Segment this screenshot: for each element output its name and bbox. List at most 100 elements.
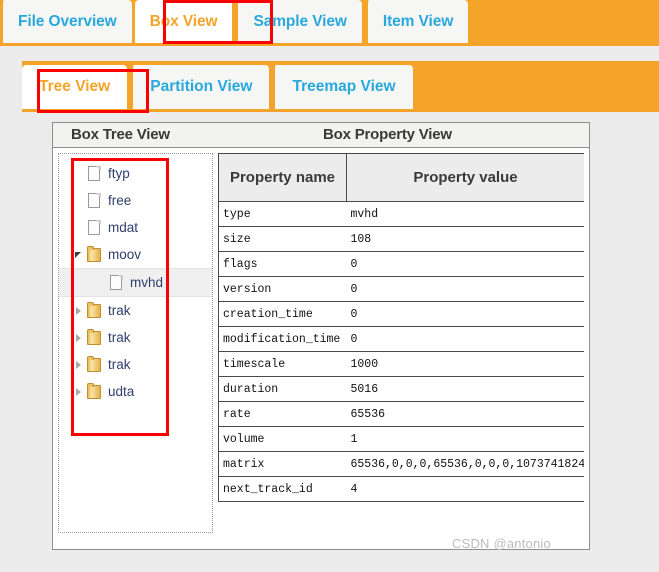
tree-node-free[interactable]: free <box>59 187 212 214</box>
tree-node-mvhd[interactable]: mvhd <box>59 268 212 297</box>
tree-expand-toggle[interactable] <box>71 251 85 258</box>
box-view-panel: Box Tree View Box Property View ftyp fre… <box>52 122 590 550</box>
tab-treemap-view[interactable]: Treemap View <box>272 65 413 109</box>
property-name: rate <box>218 401 347 427</box>
file-icon <box>85 192 104 210</box>
secondary-tab-bar: Tree View Partition View Treemap View <box>22 61 659 112</box>
table-row[interactable]: type mvhd <box>218 201 584 227</box>
property-value: 108 <box>346 226 584 252</box>
property-value: 0 <box>346 301 584 327</box>
table-row[interactable]: modification_time 0 <box>218 326 584 352</box>
property-name: modification_time <box>218 326 347 352</box>
tree-node-label: trak <box>108 303 131 318</box>
folder-icon <box>85 328 104 347</box>
table-row[interactable]: volume 1 <box>218 426 584 452</box>
tab-partition-view-label: Partition View <box>150 78 253 95</box>
chevron-right-icon <box>75 360 81 369</box>
tab-item-view[interactable]: Item View <box>364 0 469 43</box>
property-name: volume <box>218 426 347 452</box>
table-row[interactable]: version 0 <box>218 276 584 302</box>
property-name: size <box>218 226 347 252</box>
tree-node-label: free <box>108 193 132 208</box>
column-header-property-name: Property name <box>218 153 347 202</box>
tree-node-label: trak <box>108 357 131 372</box>
tab-treemap-view-label: Treemap View <box>292 78 396 95</box>
property-value: 1 <box>346 426 584 452</box>
tree-node-ftyp[interactable]: ftyp <box>59 160 212 187</box>
primary-tab-bar: File Overview Box View Sample View Item … <box>0 0 659 46</box>
tree-expand-toggle[interactable] <box>71 306 85 315</box>
property-name: matrix <box>218 451 347 477</box>
folder-icon <box>85 301 104 320</box>
box-property-view-header: Box Property View <box>323 126 452 143</box>
property-value: 5016 <box>346 376 584 402</box>
tree-node-label: trak <box>108 330 131 345</box>
tree-expand-toggle[interactable] <box>71 387 85 396</box>
chevron-right-icon <box>75 387 81 396</box>
tree-node-trak-3[interactable]: trak <box>59 351 212 378</box>
tree-expand-toggle[interactable] <box>71 333 85 342</box>
tab-box-view[interactable]: Box View <box>134 0 233 43</box>
table-row[interactable]: duration 5016 <box>218 376 584 402</box>
property-value: 0 <box>346 251 584 277</box>
column-header-property-value: Property value <box>346 153 584 202</box>
property-name: creation_time <box>218 301 347 327</box>
property-value: 4 <box>346 476 584 502</box>
tree-node-label: udta <box>108 384 135 399</box>
tree-node-trak-2[interactable]: trak <box>59 324 212 351</box>
tab-partition-view[interactable]: Partition View <box>130 65 270 109</box>
tree-node-list: ftyp free mdat moov mvhd trak trak trak … <box>59 160 212 405</box>
tree-node-label: mvhd <box>130 275 164 290</box>
property-value: 65536,0,0,0,65536,0,0,0,1073741824 <box>346 451 584 477</box>
file-icon <box>107 274 126 292</box>
tree-node-label: mdat <box>108 220 139 235</box>
property-name: next_track_id <box>218 476 347 502</box>
table-row[interactable]: timescale 1000 <box>218 351 584 377</box>
tree-node-trak-1[interactable]: trak <box>59 297 212 324</box>
tab-tree-view-label: Tree View <box>39 78 111 95</box>
property-value: mvhd <box>346 201 584 227</box>
property-table-header-row: Property name Property value <box>218 153 584 202</box>
tree-node-udta[interactable]: udta <box>59 378 212 405</box>
box-tree-view-header: Box Tree View <box>71 126 170 143</box>
folder-icon <box>85 355 104 374</box>
tab-item-view-label: Item View <box>382 12 454 30</box>
property-name: flags <box>218 251 347 277</box>
tree-node-mdat[interactable]: mdat <box>59 214 212 241</box>
property-value: 0 <box>346 326 584 352</box>
table-row[interactable]: flags 0 <box>218 251 584 277</box>
folder-icon <box>85 245 104 264</box>
secondary-tab-list: Tree View Partition View Treemap View <box>22 65 416 112</box>
tree-node-label: ftyp <box>108 166 130 181</box>
property-table-head: Property name Property value <box>218 153 584 202</box>
property-name: version <box>218 276 347 302</box>
tree-node-moov[interactable]: moov <box>59 241 212 268</box>
tab-box-view-label: Box View <box>149 12 218 30</box>
primary-tab-list: File Overview Box View Sample View Item … <box>0 0 471 46</box>
tab-sample-view[interactable]: Sample View <box>235 0 362 43</box>
tree-node-label: moov <box>108 247 142 262</box>
table-row[interactable]: size 108 <box>218 226 584 252</box>
table-row[interactable]: matrix 65536,0,0,0,65536,0,0,0,107374182… <box>218 451 584 477</box>
property-value: 0 <box>346 276 584 302</box>
table-row[interactable]: rate 65536 <box>218 401 584 427</box>
tab-bar-divider <box>0 46 659 61</box>
box-property-view: Property name Property value type mvhd s… <box>218 153 584 533</box>
table-row[interactable]: creation_time 0 <box>218 301 584 327</box>
property-value: 1000 <box>346 351 584 377</box>
box-tree-view[interactable]: ftyp free mdat moov mvhd trak trak trak … <box>58 153 213 533</box>
panel-header-bar: Box Tree View Box Property View <box>53 123 589 148</box>
file-icon <box>85 219 104 237</box>
property-table-body: type mvhd size 108 flags 0 version 0 cre… <box>218 201 584 502</box>
property-name: type <box>218 201 347 227</box>
tab-tree-view[interactable]: Tree View <box>22 65 128 109</box>
tab-file-overview[interactable]: File Overview <box>0 0 132 43</box>
tree-expand-toggle[interactable] <box>71 360 85 369</box>
property-table: Property name Property value type mvhd s… <box>218 153 584 502</box>
table-row[interactable]: next_track_id 4 <box>218 476 584 502</box>
tab-file-overview-label: File Overview <box>18 12 117 30</box>
file-icon <box>85 165 104 183</box>
property-name: timescale <box>218 351 347 377</box>
chevron-right-icon <box>75 306 81 315</box>
property-name: duration <box>218 376 347 402</box>
